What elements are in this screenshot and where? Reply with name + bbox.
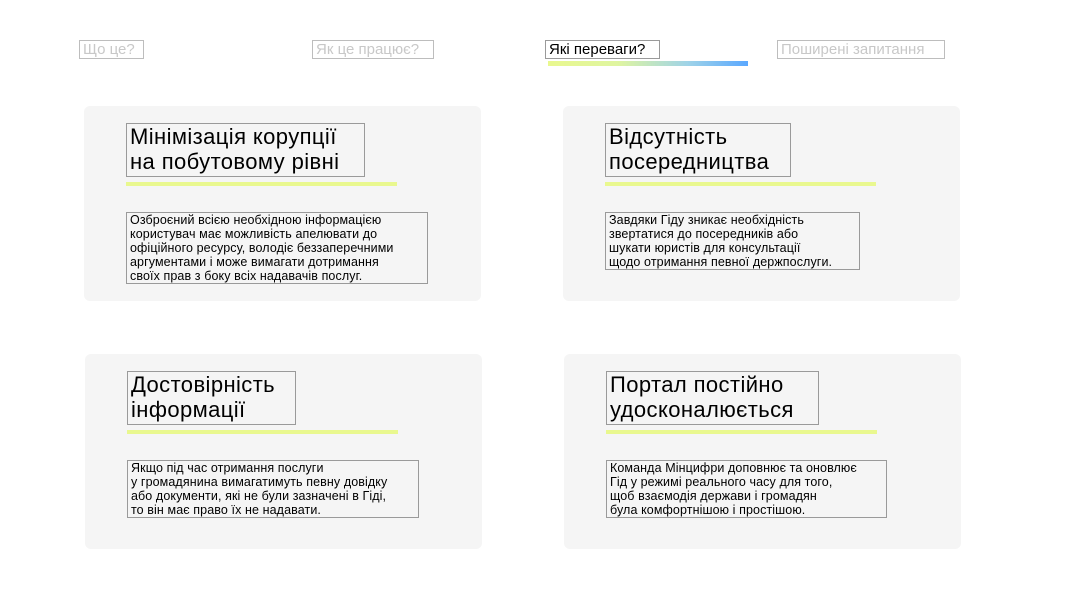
card-desc-line: офіційного ресурсу, володіє беззаперечни… [130,241,394,255]
card-title: Портал постійно удосконалюється [606,371,819,425]
card-accent-line [605,182,876,186]
card-title-line: Відсутність [609,124,728,149]
card-desc-line: своїх прав з боку всіх надавачів послуг. [130,269,363,283]
card-title-line: посередництва [609,149,770,174]
benefit-card-improving: Портал постійно удосконалюється Команда … [564,354,961,549]
card-description: Завдяки Гіду зникає необхідність звертат… [605,212,860,270]
benefits-page: Що це? Як це працює? Які переваги? Пошир… [0,0,1079,601]
card-desc-line: Якщо під час отримання послуги [131,461,324,475]
card-description: Команда Мінцифри доповнює та оновлює Гід… [606,460,887,518]
card-title-line: удосконалюється [610,397,794,422]
card-desc-line: або документи, які не були зазначені в Г… [131,489,387,503]
card-accent-line [126,182,397,186]
card-desc-line: Озброєний всією необхідною інформацією [130,213,382,227]
card-desc-line: у громадянина вимагатимуть певну довідку [131,475,388,489]
card-title-line: на побутовому рівні [130,149,340,174]
card-title-line: Портал постійно [610,372,784,397]
card-desc-line: Завдяки Гіду зникає необхідність [609,213,804,227]
card-desc-line: звертатися до посередників або [609,227,799,241]
card-title-line: Мінімізація корупції [130,124,337,149]
card-desc-line: щодо отримання певної держпослуги. [609,255,833,269]
card-desc-line: шукати юристів для консультації [609,241,801,255]
card-desc-line: була комфортнішою і простішою. [610,503,806,517]
card-desc-line: щоб взаємодія держави і громадян [610,489,817,503]
benefit-card-corruption: Мінімізація корупції на побутовому рівні… [84,106,481,301]
card-title: Мінімізація корупції на побутовому рівні [126,123,365,177]
card-desc-line: Команда Мінцифри доповнює та оновлює [610,461,857,475]
card-title-line: Достовірність [131,372,276,397]
card-title: Достовірність інформації [127,371,296,425]
tab-faq[interactable]: Поширені запитання [777,40,945,59]
card-description: Озброєний всією необхідною інформацією к… [126,212,428,284]
benefit-card-reliability: Достовірність інформації Якщо під час от… [85,354,482,549]
card-description: Якщо під час отримання послуги у громадя… [127,460,419,518]
card-title-line: інформації [131,397,246,422]
tab-benefits[interactable]: Які переваги? [545,40,660,59]
card-desc-line: аргументами і може вимагати дотримання [130,255,379,269]
card-desc-line: користувач має можливість апелювати до [130,227,378,241]
active-tab-indicator [548,61,748,66]
tab-how-it-works[interactable]: Як це працює? [312,40,434,59]
benefit-card-no-intermediaries: Відсутність посередництва Завдяки Гіду з… [563,106,960,301]
card-desc-line: то він має право їх не надавати. [131,503,321,517]
tab-what-is-it[interactable]: Що це? [79,40,144,59]
card-title: Відсутність посередництва [605,123,791,177]
card-desc-line: Гід у режимі реального часу для того, [610,475,833,489]
card-accent-line [606,430,877,434]
card-accent-line [127,430,398,434]
